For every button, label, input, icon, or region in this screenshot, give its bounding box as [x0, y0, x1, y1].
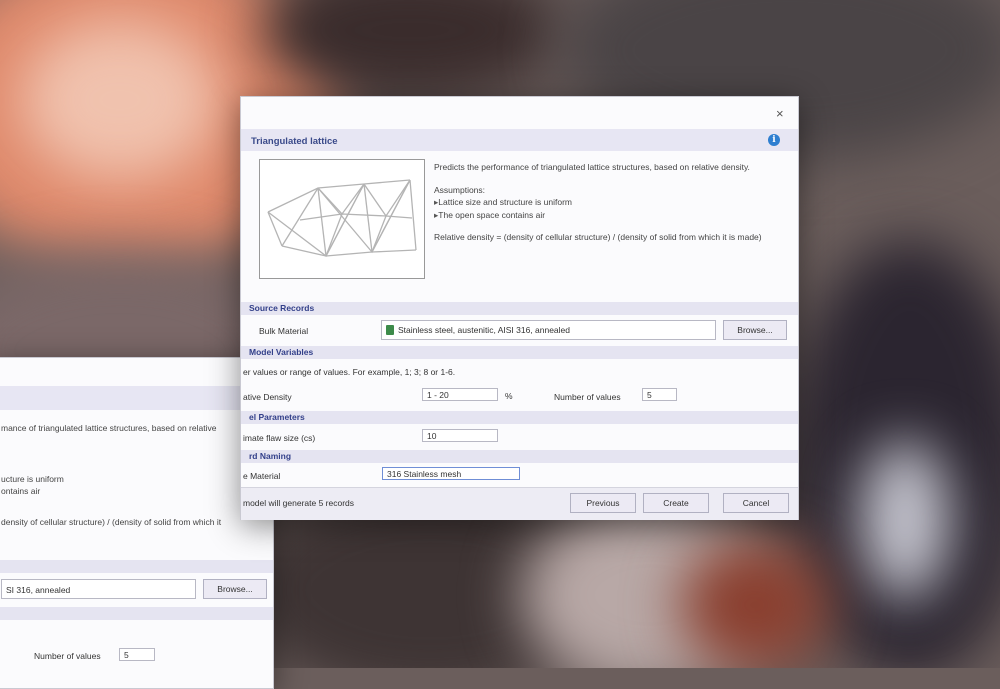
browse-button[interactable]: Browse... — [723, 320, 787, 340]
relative-density-input[interactable]: 1 - 20 — [422, 388, 498, 401]
flaw-size-label: imate flaw size (cs) — [243, 433, 316, 443]
bulk-material-label: Bulk Material — [259, 326, 309, 336]
material-name-input[interactable]: 316 Stainless mesh — [382, 467, 520, 480]
section-model-variables: Model Variables — [241, 346, 798, 359]
model-variables-hint: er values or range of values. For exampl… — [243, 367, 456, 377]
create-button[interactable]: Create — [643, 493, 709, 513]
assumptions-heading: Assumptions: — [434, 184, 486, 195]
density-unit: % — [505, 391, 513, 401]
section-header — [0, 560, 273, 573]
bulk-material-value: Stainless steel, austenitic, AISI 316, a… — [398, 325, 571, 335]
lattice-illustration — [259, 159, 425, 279]
bulk-material-field[interactable]: Stainless steel, austenitic, AISI 316, a… — [381, 320, 716, 340]
info-icon[interactable]: i — [768, 134, 780, 146]
number-of-values-label: Number of values — [34, 651, 101, 661]
relative-density-note: Relative density = (density of cellular … — [434, 232, 762, 242]
assumption-2: The open space contains air — [434, 209, 784, 222]
record-icon — [386, 325, 394, 335]
description-line: mance of triangulated lattice structures… — [1, 423, 217, 433]
triangulated-lattice-dialog: × Triangulated lattice i Predicts the pe… — [240, 96, 799, 520]
relative-density-label: ative Density — [243, 392, 292, 402]
status-text: model will generate 5 records — [243, 498, 355, 508]
section-header — [0, 607, 273, 620]
section-model-parameters: el Parameters — [241, 411, 798, 424]
description: Predicts the performance of triangulated… — [434, 161, 784, 244]
number-of-values-input[interactable]: 5 — [119, 648, 155, 661]
dialog-title: Triangulated lattice — [251, 136, 338, 147]
section-source-records: Source Records — [241, 302, 798, 315]
cancel-button[interactable]: Cancel — [723, 493, 789, 513]
background-dialog: × i mance of triangulated lattice struct… — [0, 357, 274, 689]
header-bar: i — [0, 386, 273, 410]
previous-button[interactable]: Previous — [570, 493, 636, 513]
number-of-values-label: Number of values — [554, 392, 621, 402]
section-record-naming: rd Naming — [241, 450, 798, 463]
flaw-size-input[interactable]: 10 — [422, 429, 498, 442]
header-bar: Triangulated lattice i — [241, 129, 798, 151]
close-icon[interactable]: × — [776, 107, 784, 120]
number-of-values-input[interactable]: 5 — [642, 388, 677, 401]
description-text: Predicts the performance of triangulated… — [434, 162, 750, 172]
description: mance of triangulated lattice structures… — [1, 422, 266, 528]
bulk-material-field[interactable]: SI 316, annealed — [1, 579, 196, 599]
dialog-footer: model will generate 5 records Previous C… — [241, 487, 798, 520]
assumption-2: ontains air — [1, 486, 41, 496]
lattice-icon — [267, 179, 417, 257]
assumption-1: ucture is uniform — [1, 473, 64, 484]
assumption-1: Lattice size and structure is uniform — [434, 196, 784, 209]
relative-density-note: density of cellular structure) / (densit… — [1, 516, 222, 527]
browse-button[interactable]: Browse... — [203, 579, 267, 599]
material-name-label: e Material — [243, 471, 281, 481]
